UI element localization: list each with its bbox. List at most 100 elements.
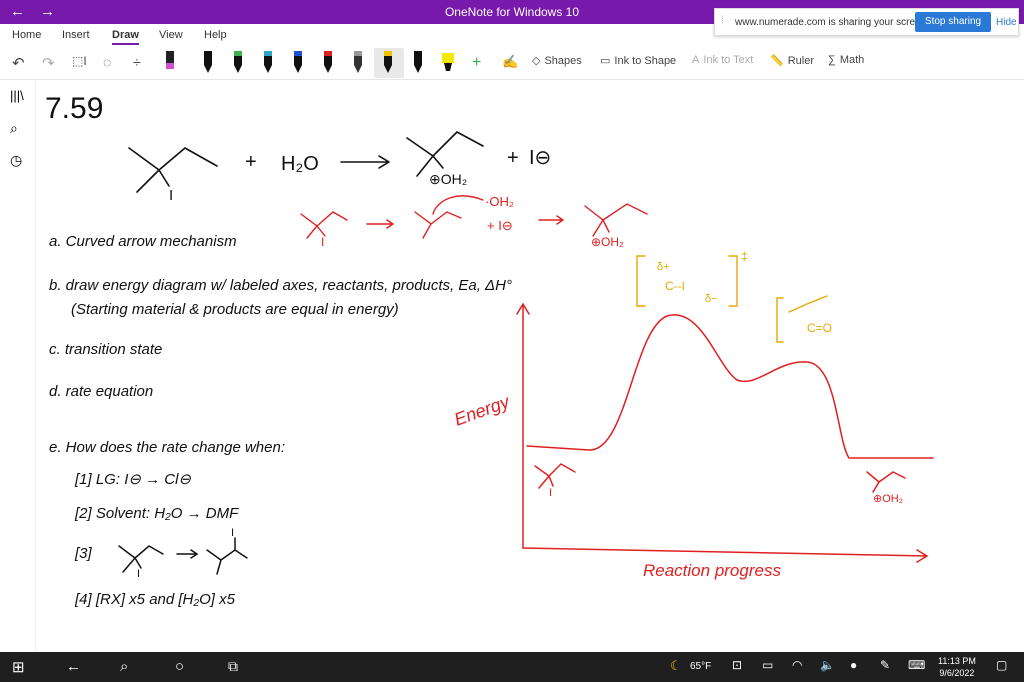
e3-structure-1	[118, 545, 164, 573]
pen-blue-icon[interactable]	[290, 49, 306, 77]
reaction-arrow	[340, 155, 390, 169]
task-view-icon[interactable]: ⧉	[228, 658, 238, 675]
weather-moon-icon[interactable]: ☾	[670, 658, 682, 674]
ts-bracket-right	[728, 255, 738, 307]
shapes-button[interactable]: ◇ Shapes	[532, 54, 582, 68]
notebooks-icon[interactable]: |||\	[10, 88, 26, 104]
action-icon[interactable]: ⊡	[732, 658, 742, 672]
pen-yellow-icon[interactable]	[380, 49, 396, 77]
taskbar: ⊞ ← ⌕ ○ ⧉ ☾ 65°F ⊡ ▭ ◠ 🔈 ● ✎ ⌨ 11:13 PM …	[0, 652, 1024, 682]
shapes-label: Shapes	[544, 54, 582, 67]
select-text-icon[interactable]: ⬚I	[72, 54, 87, 68]
ink-to-shape-label: Ink to Shape	[614, 54, 677, 67]
weather-temp[interactable]: 65°F	[690, 661, 711, 672]
add-space-icon[interactable]: ÷	[133, 54, 141, 70]
wifi-icon[interactable]: ◠	[792, 658, 802, 672]
note-canvas[interactable]: 7.59 I + H₂O ⊕OH₂ + I⊖ I ·OH₂ + I⊖ ⊕OH₂	[37, 80, 1024, 652]
question-a: a. Curved arrow mechanism	[49, 233, 237, 250]
reactant-structure	[128, 147, 218, 193]
drag-handle-icon: ⁞	[721, 15, 724, 26]
redo-icon[interactable]: ↷	[42, 54, 55, 72]
stop-sharing-button[interactable]: Stop sharing	[915, 12, 991, 32]
tab-home[interactable]: Home	[12, 29, 41, 41]
windows-start-icon[interactable]: ⊞	[12, 658, 25, 676]
pen-tray-icon[interactable]: ✎	[880, 658, 890, 672]
reaction-progress-label: Reaction progress	[643, 561, 781, 580]
question-b-line1: b. draw energy diagram w/ labeled axes, …	[49, 277, 512, 294]
ink-drawing: 7.59 I + H₂O ⊕OH₂ + I⊖ I ·OH₂ + I⊖ ⊕OH₂	[45, 92, 934, 608]
mech-iodide: + I⊖	[487, 218, 513, 233]
cortana-icon[interactable]: ○	[175, 658, 184, 675]
iodide-label: I⊖	[529, 147, 551, 169]
volume-icon[interactable]: 🔈	[820, 658, 835, 672]
diagram-product	[866, 471, 906, 493]
mech-water: ·OH₂	[485, 194, 514, 209]
undo-icon[interactable]: ↶	[12, 54, 25, 72]
keyboard-icon[interactable]: ⌨	[908, 658, 925, 672]
diagram-product-oh2: ⊕OH₂	[873, 493, 903, 505]
question-e1: [1] LG: I⊖ → Cl⊖	[74, 471, 191, 488]
tab-draw[interactable]: Draw	[112, 29, 139, 45]
mech-product	[584, 203, 648, 237]
plus-sign-1: +	[245, 151, 257, 173]
math-button[interactable]: ∑ Math	[828, 54, 864, 66]
ink-to-shape-button[interactable]: ▭ Ink to Shape	[600, 54, 677, 68]
mech-iodine: I	[321, 235, 324, 249]
mech-arrow-1	[366, 219, 395, 229]
lasso-select-icon[interactable]: ◌	[103, 54, 111, 70]
math-label: Math	[839, 54, 865, 66]
e3-arrow	[176, 549, 199, 559]
product-oh2-label: ⊕OH₂	[429, 171, 467, 187]
mech-curved-arrow	[432, 195, 484, 215]
plus-sign-2: +	[507, 147, 519, 169]
ink-to-text-icon: A	[692, 54, 700, 66]
intermediate-label: C=O	[807, 321, 832, 335]
question-e4: [4] [RX] x5 and [H₂O] x5	[74, 591, 236, 608]
question-d: d. rate equation	[49, 383, 153, 400]
intermediate-structure	[788, 295, 828, 313]
mech-arrow-2	[538, 215, 565, 225]
question-c: c. transition state	[49, 341, 162, 358]
recent-notes-icon[interactable]: ◷	[10, 152, 26, 168]
pen-black-icon[interactable]	[200, 49, 216, 77]
ink-to-text-button[interactable]: A Ink to Text	[692, 54, 753, 66]
energy-axis-x	[522, 547, 929, 563]
question-b-line2: (Starting material & products are equal …	[71, 301, 399, 318]
diagram-reactant-iodine: I	[549, 487, 552, 499]
tab-insert[interactable]: Insert	[62, 29, 90, 41]
ruler-button[interactable]: 📏 Ruler	[770, 54, 814, 68]
battery-icon[interactable]: ▭	[762, 658, 773, 672]
hide-button[interactable]: Hide	[996, 17, 1017, 28]
diagram-reactant	[534, 463, 576, 489]
clock[interactable]: 11:13 PM 9/6/2022	[938, 655, 976, 679]
search-icon[interactable]: ⌕	[10, 120, 26, 136]
pen-red-icon[interactable]	[320, 49, 336, 77]
question-e: e. How does the rate change when:	[49, 439, 285, 456]
mech-carbocation	[414, 211, 462, 239]
energy-curve	[526, 314, 934, 459]
notifications-icon[interactable]: ▢	[996, 658, 1007, 672]
navigation-rail: |||\ ⌕ ◷	[0, 80, 36, 652]
back-icon[interactable]: ←	[66, 658, 81, 675]
intermediate-bracket	[776, 297, 784, 343]
tab-help[interactable]: Help	[204, 29, 227, 41]
ruler-label: Ruler	[787, 54, 814, 67]
screen-share-banner: ⁞ www.numerade.com is sharing your scree…	[714, 8, 1019, 36]
touch-draw-icon[interactable]: ✍	[502, 54, 518, 70]
microphone-icon[interactable]: ●	[850, 658, 857, 672]
pen-dark-icon[interactable]	[410, 49, 426, 77]
pen-pencil-icon[interactable]	[350, 49, 366, 77]
tab-view[interactable]: View	[159, 29, 183, 41]
pen-teal-icon[interactable]	[260, 49, 276, 77]
selected-pen-slot[interactable]	[374, 48, 404, 78]
search-taskbar-icon[interactable]: ⌕	[120, 658, 128, 675]
question-e2: [2] Solvent: H₂O → DMF	[74, 505, 239, 522]
highlighter-yellow-icon[interactable]	[440, 49, 456, 77]
pen-black-pink-icon[interactable]	[162, 49, 178, 77]
ink-to-text-label: Ink to Text	[703, 54, 754, 66]
pen-green-icon[interactable]	[230, 49, 246, 77]
product-structure	[406, 131, 484, 177]
clock-time: 11:13 PM	[938, 656, 976, 666]
shapes-icon: ◇	[532, 55, 541, 67]
add-pen-icon[interactable]: +	[472, 54, 481, 72]
